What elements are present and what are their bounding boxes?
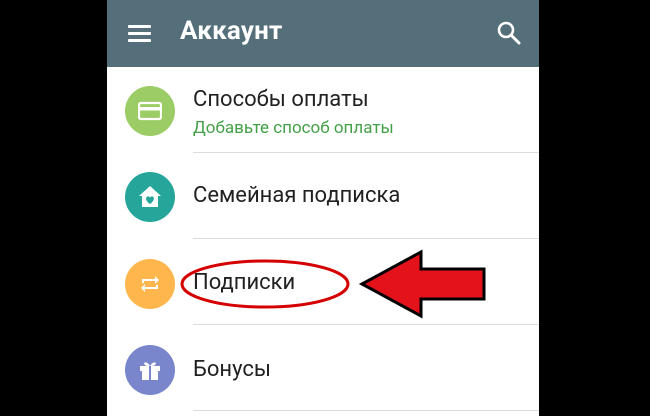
divider bbox=[193, 410, 539, 411]
menu-item-title: Подписки bbox=[193, 270, 296, 295]
screenshot-frame: Аккаунт Способы оплаты Добавьте способ о… bbox=[0, 0, 650, 416]
family-home-heart-icon bbox=[125, 172, 175, 222]
search-icon[interactable] bbox=[496, 20, 522, 46]
menu-item-title: Семейная подписка bbox=[193, 183, 401, 208]
menu-item-title: Способы оплаты bbox=[193, 87, 369, 112]
gift-icon bbox=[125, 345, 175, 395]
menu-item-subscriptions[interactable]: Подписки bbox=[107, 239, 539, 325]
page-title: Аккаунт bbox=[180, 16, 283, 46]
account-screen: Аккаунт Способы оплаты Добавьте способ о… bbox=[107, 0, 539, 416]
app-toolbar: Аккаунт bbox=[107, 0, 539, 67]
credit-card-icon bbox=[125, 86, 175, 136]
hamburger-menu-icon[interactable] bbox=[125, 20, 155, 48]
menu-item-payment-methods[interactable]: Способы оплаты Добавьте способ оплаты bbox=[107, 67, 539, 153]
menu-item-subtitle[interactable]: Добавьте способ оплаты bbox=[193, 118, 394, 138]
menu-item-family-subscription[interactable]: Семейная подписка bbox=[107, 153, 539, 239]
menu-item-bonuses[interactable]: Бонусы bbox=[107, 325, 539, 416]
menu-item-title: Бонусы bbox=[193, 357, 271, 382]
subscriptions-repeat-icon bbox=[125, 259, 175, 309]
